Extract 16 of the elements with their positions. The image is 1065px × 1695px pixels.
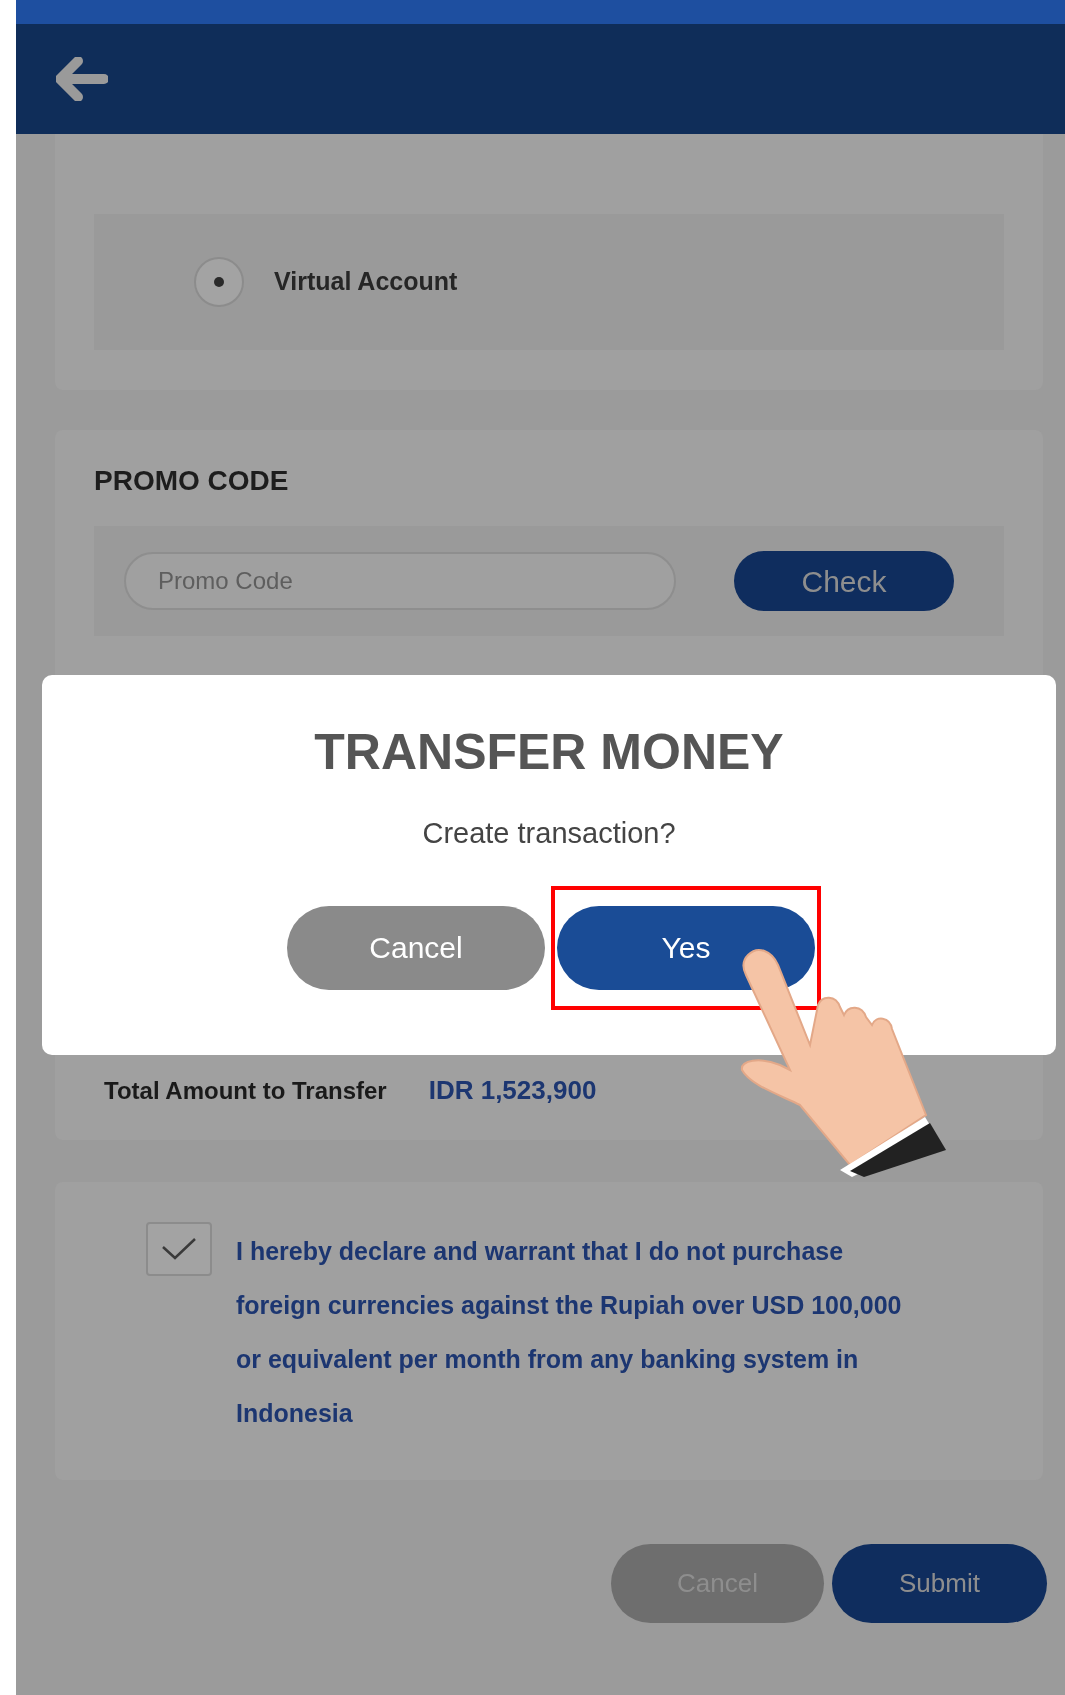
checkmark-icon (161, 1237, 197, 1261)
promo-title: PROMO CODE (94, 464, 290, 498)
total-amount: IDR 1,523,900 (428, 1074, 597, 1107)
total-label: Total Amount to Transfer (104, 1075, 387, 1106)
promo-code-field[interactable]: Promo Code (124, 552, 676, 610)
dialog-message: Create transaction? (422, 816, 676, 851)
declaration-text: I hereby declare and warrant that I do not purchase foreign currencies against the Rupiah over USD 100,000 or equivalent per month from any banking system in Indonesia (236, 1236, 903, 1429)
payment-method-label: Virtual Account (274, 266, 458, 298)
back-arrow-icon[interactable] (56, 57, 108, 101)
submit-button[interactable]: Submit (832, 1544, 1047, 1623)
declaration-checkbox[interactable] (146, 1222, 212, 1276)
dialog-cancel-button[interactable]: Cancel (287, 905, 545, 990)
check-button[interactable]: Check (734, 551, 954, 611)
dialog-title: TRANSFER MONEY (314, 723, 784, 782)
radio-button[interactable] (194, 257, 244, 307)
yes-button[interactable]: Yes (557, 905, 815, 990)
